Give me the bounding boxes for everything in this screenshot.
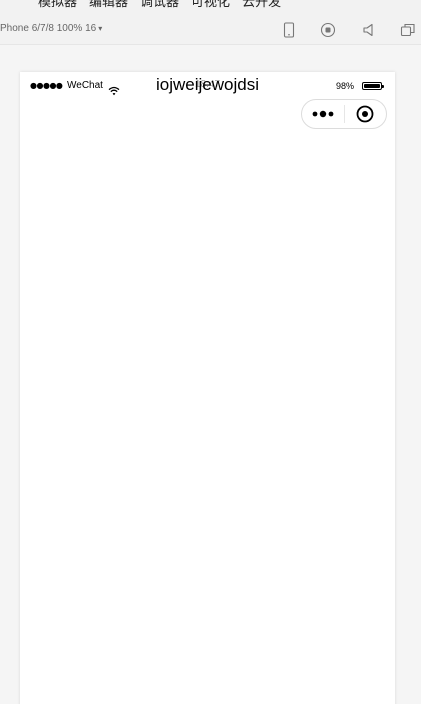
wifi-icon (108, 81, 120, 100)
top-menu-bar: 模拟器 编辑器 调试器 可视化 云开发 (0, 0, 421, 16)
battery-icon (362, 82, 384, 90)
menu-item-debugger[interactable]: 调试器 (140, 0, 179, 10)
phone-icon[interactable] (281, 22, 297, 38)
volume-icon[interactable] (361, 22, 377, 38)
carrier-label: WeChat (67, 80, 103, 91)
simulator-toolbar: Phone 6/7/8 100% 16 ▾ (0, 16, 421, 45)
menu-item-cloud-dev[interactable]: 云开发 (242, 0, 281, 10)
simulator-window: 模拟器 编辑器 调试器 可视化 云开发 Phone 6/7/8 100% 16 ▾ (0, 0, 421, 704)
device-select-label: Phone 6/7/8 100% 16 (0, 23, 97, 34)
page-content (20, 136, 395, 704)
phone-screen: ●●●●● WeChat 18:47 98% iojweijewojdsi (20, 72, 395, 704)
chevron-down-icon: ▾ (98, 24, 103, 33)
close-target-icon[interactable] (345, 100, 386, 128)
battery-percent: 98% (336, 81, 355, 91)
window-icon[interactable] (400, 22, 416, 38)
record-icon[interactable] (320, 22, 336, 38)
status-bar: ●●●●● WeChat 18:47 98% (20, 72, 395, 100)
more-dots-icon[interactable] (302, 100, 344, 128)
menu-item-simulator[interactable]: 模拟器 (38, 0, 77, 10)
status-time: 18:47 (195, 79, 221, 90)
menu-item-editor[interactable]: 编辑器 (89, 0, 128, 10)
signal-icon: ●●●●● (30, 81, 63, 90)
battery-fill (364, 84, 380, 88)
device-select-dropdown[interactable]: Phone 6/7/8 100% 16 ▾ (0, 23, 102, 34)
menu-item-visualize[interactable]: 可视化 (191, 0, 230, 10)
menu-capsule (301, 99, 387, 129)
